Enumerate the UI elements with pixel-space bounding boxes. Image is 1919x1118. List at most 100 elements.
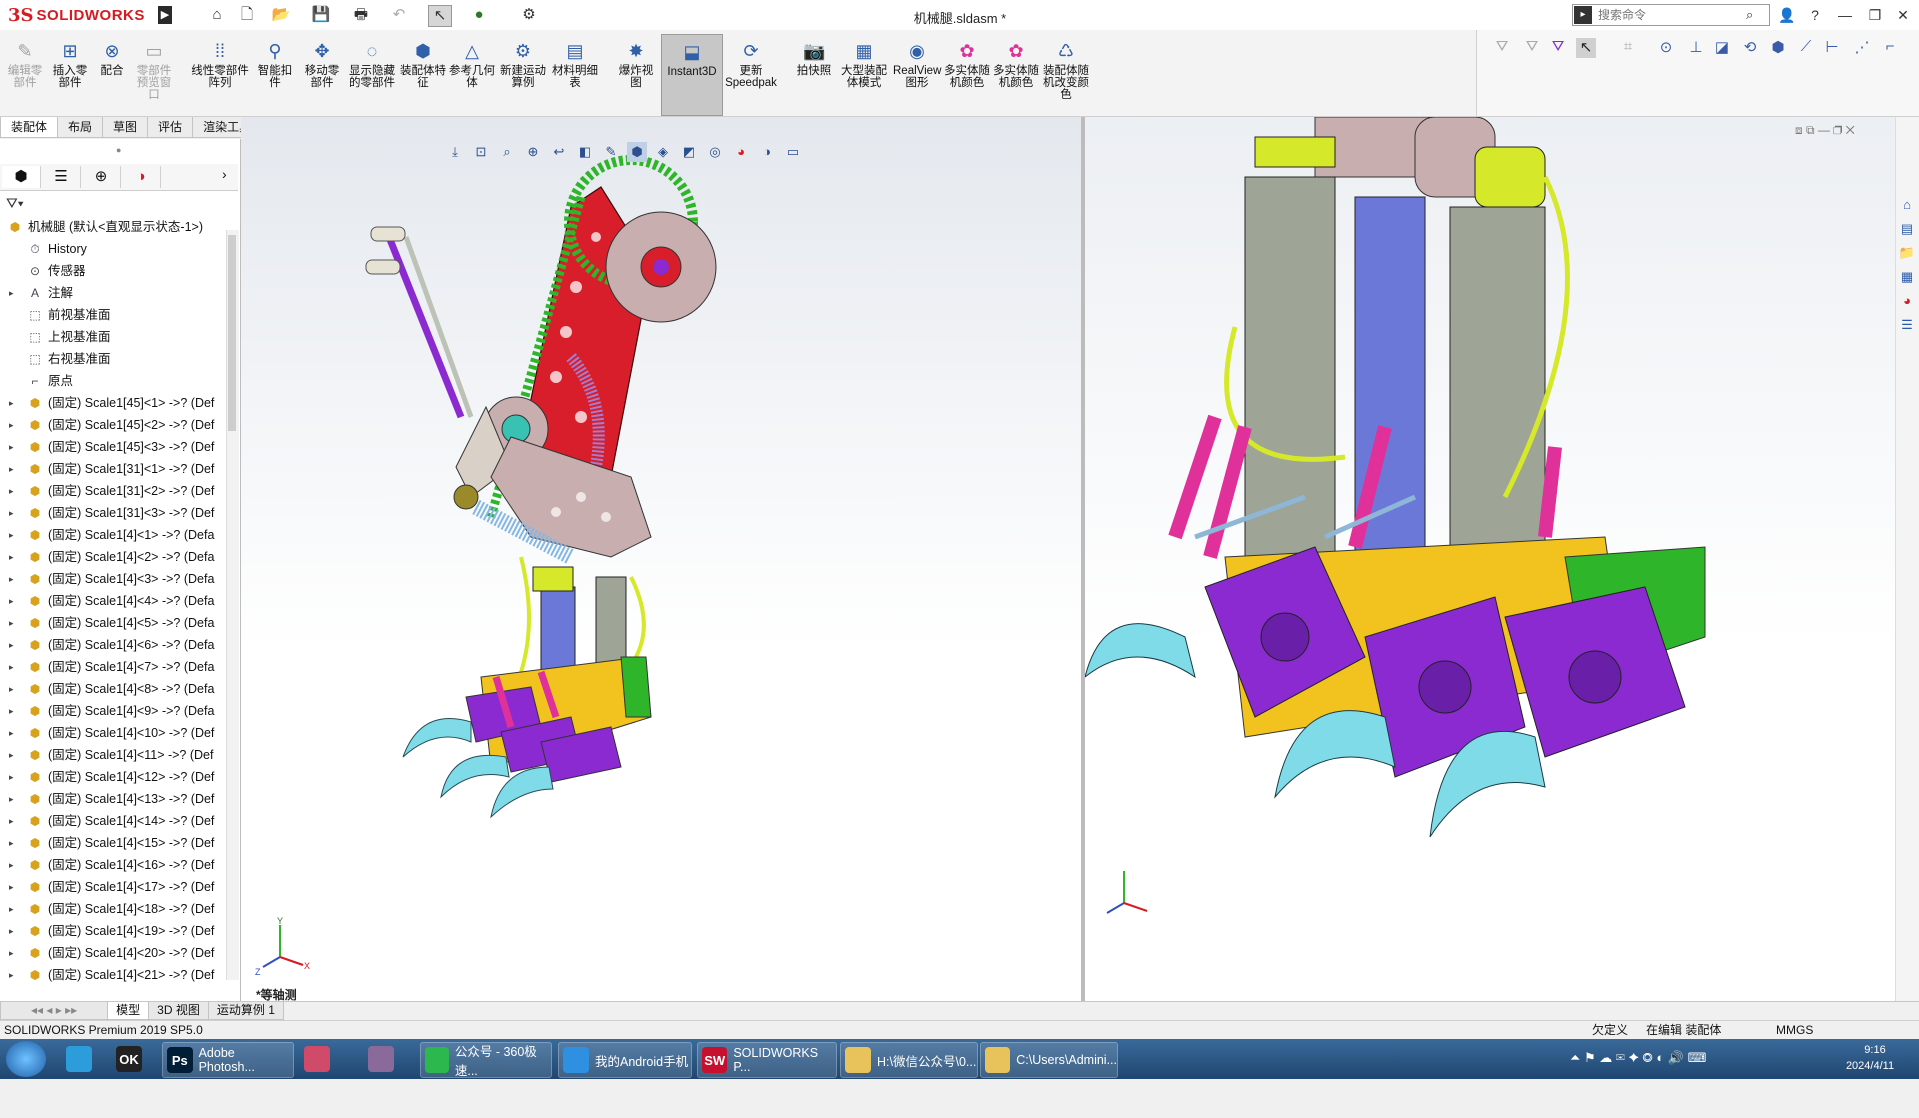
ribbon-button-10[interactable]: ⚙ 新建运动算例 [498,34,548,114]
tray-icons[interactable]: ⏶ ⚑ ☁ ✉ ✦ ◎ ◐ 🔊 ⌨ [1570,1050,1706,1066]
apply-scene-icon[interactable]: ◑ [757,142,777,162]
tab-command-0[interactable]: 装配体 [0,117,59,138]
save-icon[interactable]: 💾 [310,5,332,25]
search-icon[interactable]: ⌕ [1746,7,1753,23]
taskbar-item[interactable] [300,1042,354,1076]
tree-item[interactable]: ▸ ⬢ (固定) Scale1[4]<18> ->? (Def [0,898,226,920]
ribbon-button-9[interactable]: △ 参考几何体 [449,34,495,114]
tab-command-3[interactable]: 评估 [147,117,194,138]
scene-icon[interactable]: ◎ [705,142,725,162]
expand-arrow-icon[interactable]: ▸ [9,788,14,810]
zoom-to-fit-icon[interactable]: ⊡ [471,142,491,162]
expand-arrow-icon[interactable]: ▸ [9,524,14,546]
rebuild-icon[interactable]: ● [468,5,490,25]
panel-grip-icon[interactable]: ● [116,145,121,155]
expand-arrow-icon[interactable]: ▸ [9,744,14,766]
tab-bottom-0[interactable]: 模型 [107,1002,150,1020]
expand-arrow-icon[interactable]: ▸ [9,282,14,304]
tree-item[interactable]: ▸ ⬢ (固定) Scale1[4]<10> ->? (Def [0,722,226,744]
ribbon-button-7[interactable]: ◌ 显示隐藏的零部件 [347,34,397,114]
tree-item[interactable]: ▸ ⬢ (固定) Scale1[45]<1> ->? (Def [0,392,226,414]
tree-item[interactable]: ⊙ 传感器 [0,260,226,282]
tree-item[interactable]: ⬚ 上视基准面 [0,326,226,348]
ribbon-button-1[interactable]: ⊞ 插入零部件 [49,34,91,114]
ribbon-button-4[interactable]: ⁞⁞ 线性零部件阵列 [190,34,250,114]
home-icon[interactable]: ⌂ [206,5,228,25]
expand-arrow-icon[interactable]: ▸ [9,480,14,502]
point-icon[interactable]: ⋰ [1852,38,1872,58]
viewport-window-controls[interactable]: ⧈ ⧉ — ❐ ✕ [1795,123,1855,138]
expand-arrow-icon[interactable]: ▸ [9,392,14,414]
expand-arrow-icon[interactable]: ▸ [9,678,14,700]
edit-appearance-icon[interactable]: ◩ [679,142,699,162]
expand-arrow-icon[interactable]: ▸ [9,656,14,678]
tree-item[interactable]: ▸ ⬢ (固定) Scale1[45]<3> ->? (Def [0,436,226,458]
taskbar-item[interactable]: OK [112,1042,156,1076]
expand-arrow-icon[interactable]: ▸ [9,898,14,920]
expand-arrow-icon[interactable]: ▸ [9,700,14,722]
tree-item[interactable]: ▸ ⬢ (固定) Scale1[4]<11> ->? (Def [0,744,226,766]
select-pointer-icon[interactable]: ↖ [428,5,452,27]
taskbar-item[interactable]: C:\Users\Admini... [980,1042,1118,1078]
taskbar-item[interactable] [62,1042,106,1076]
ribbon-button-14[interactable]: ⟳ 更新Speedpak [724,34,778,114]
expand-arrow-icon[interactable]: ▸ [9,458,14,480]
print-icon[interactable]: 🖶 [350,5,372,25]
design-library-icon[interactable]: ▤ [1898,220,1916,238]
ribbon-button-16[interactable]: ▦ 大型装配体模式 [838,34,890,114]
configuration-manager-tab-icon[interactable]: ⊕ [82,166,121,188]
filter-icon[interactable]: ⛛ [1548,38,1568,58]
sketch-line-icon[interactable]: ⟋ [1796,38,1816,58]
robot-leg-model-full[interactable] [241,117,1081,1001]
tab-bottom-1[interactable]: 3D 视图 [148,1002,209,1020]
undo-icon[interactable]: ↶ [388,5,410,25]
tree-item[interactable]: ▸ ⬢ (固定) Scale1[4]<2> ->? (Defa [0,546,226,568]
display-style-icon[interactable]: ⬢ [627,142,647,162]
tree-item[interactable]: ▸ ⬢ (固定) Scale1[4]<7> ->? (Defa [0,656,226,678]
ribbon-button-12[interactable]: ✸ 爆炸视图 [614,34,658,114]
close-icon[interactable]: ✕ [1892,4,1914,26]
filter-icon[interactable]: ⛛ [1522,38,1542,58]
expand-arrow-icon[interactable]: ▸ [9,722,14,744]
help-icon[interactable]: ? [1804,4,1826,26]
tree-item[interactable]: ▸ ⬢ (固定) Scale1[31]<2> ->? (Def [0,480,226,502]
tab-scroll-arrows[interactable]: ◂◂ ◂ ▸ ▸▸ [0,1002,109,1020]
ribbon-button-13[interactable]: ⬓ Instant3D [661,34,723,116]
lasso-icon[interactable]: ⌗ [1618,38,1638,58]
tree-item[interactable]: ▸ ⬢ (固定) Scale1[4]<6> ->? (Defa [0,634,226,656]
expand-arrow-icon[interactable]: ▸ [9,876,14,898]
resources-home-icon[interactable]: ⌂ [1898,196,1916,214]
expand-arrow-icon[interactable]: ▸ [9,546,14,568]
expand-arrow-icon[interactable]: ▸ [9,854,14,876]
tree-item[interactable]: ⬚ 前视基准面 [0,304,226,326]
appearance-icon[interactable]: ◕ [731,142,751,162]
ribbon-button-2[interactable]: ⊗ 配合 [94,34,130,114]
expand-arrow-icon[interactable]: ▸ [9,766,14,788]
tree-item[interactable]: ▸ ⬢ (固定) Scale1[4]<15> ->? (Def [0,832,226,854]
taskbar-clock-date[interactable]: 2024/4/11 [1830,1060,1910,1072]
graphics-viewport-left[interactable]: Y X Z [241,117,1081,1001]
select-pointer-icon[interactable]: ↖ [1576,38,1596,58]
expand-arrow-icon[interactable]: ▸ [9,502,14,524]
view-palette-icon[interactable]: ▦ [1898,268,1916,286]
tree-item[interactable]: ▸ ⬢ (固定) Scale1[4]<19> ->? (Def [0,920,226,942]
display-manager-tab-icon[interactable]: ◑ [122,166,161,188]
ribbon-button-8[interactable]: ⬢ 装配体特征 [400,34,446,114]
taskbar-item[interactable] [364,1042,414,1076]
tree-item[interactable]: ▸ ⬢ (固定) Scale1[4]<21> ->? (Def [0,964,226,986]
tree-item[interactable]: ▸ ⬢ (固定) Scale1[4]<12> ->? (Def [0,766,226,788]
expand-arrow-icon[interactable]: ▸ [9,568,14,590]
section-view-icon[interactable]: ◧ [575,142,595,162]
tree-item[interactable]: ⏱ History [0,238,226,260]
expand-arrow-icon[interactable]: ▸ [9,436,14,458]
taskbar-item[interactable]: Ps Adobe Photosh... [162,1042,294,1078]
ribbon-button-0[interactable]: ✎ 编辑零部件 [4,34,46,114]
dynamic-annotation-icon[interactable]: ✎ [601,142,621,162]
tree-item[interactable]: ⬢ 机械腿 (默认<直观显示状态-1>) [0,216,226,238]
chevron-right-icon[interactable]: › [222,166,227,182]
tab-bottom-2[interactable]: 运动算例 1 [207,1002,284,1020]
appearances-icon[interactable]: ◕ [1898,292,1916,310]
restore-icon[interactable]: ❐ [1864,4,1886,26]
tree-item[interactable]: ▸ ⬢ (固定) Scale1[4]<14> ->? (Def [0,810,226,832]
ribbon-button-18[interactable]: ✿ 多实体随机颜色 [944,34,990,114]
